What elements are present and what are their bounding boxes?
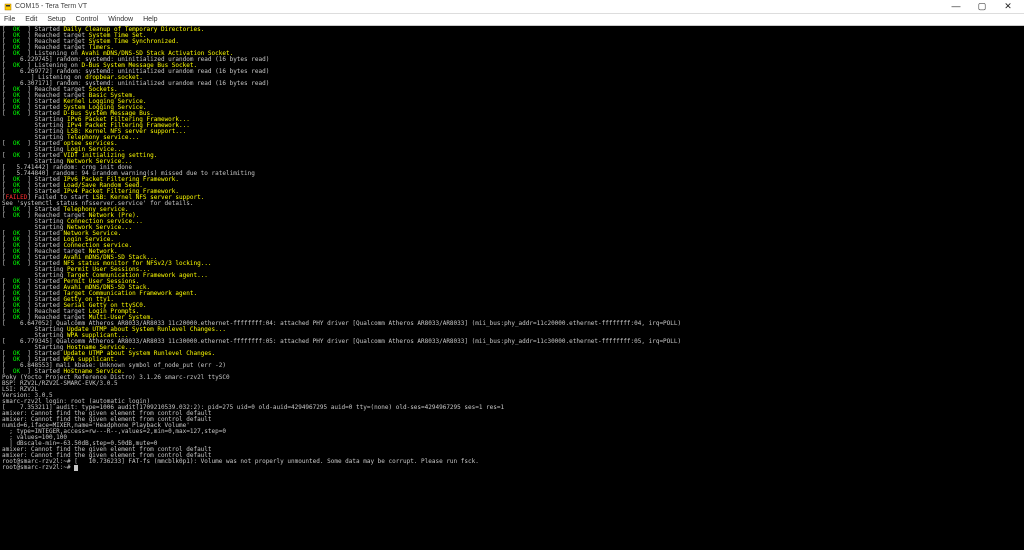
menu-setup[interactable]: Setup <box>47 16 65 23</box>
maximize-button[interactable]: ▢ <box>974 1 990 12</box>
menu-control[interactable]: Control <box>76 16 99 23</box>
menu-window[interactable]: Window <box>108 16 133 23</box>
window-title: COM15 - Tera Term VT <box>15 3 948 10</box>
menu-help[interactable]: Help <box>143 16 157 23</box>
app-icon <box>4 3 12 11</box>
terminal-line: root@smarc-rzv2l:~# <box>2 465 1022 471</box>
cursor <box>74 465 78 471</box>
menu-edit[interactable]: Edit <box>25 16 37 23</box>
minimize-button[interactable]: — <box>948 1 964 12</box>
menu-file[interactable]: File <box>4 16 15 23</box>
close-button[interactable]: ✕ <box>1000 1 1016 12</box>
menu-bar: File Edit Setup Control Window Help <box>0 14 1024 26</box>
title-bar: COM15 - Tera Term VT — ▢ ✕ <box>0 0 1024 14</box>
terminal-output[interactable]: [ OK ] Started Daily Cleanup of Temporar… <box>0 26 1024 550</box>
